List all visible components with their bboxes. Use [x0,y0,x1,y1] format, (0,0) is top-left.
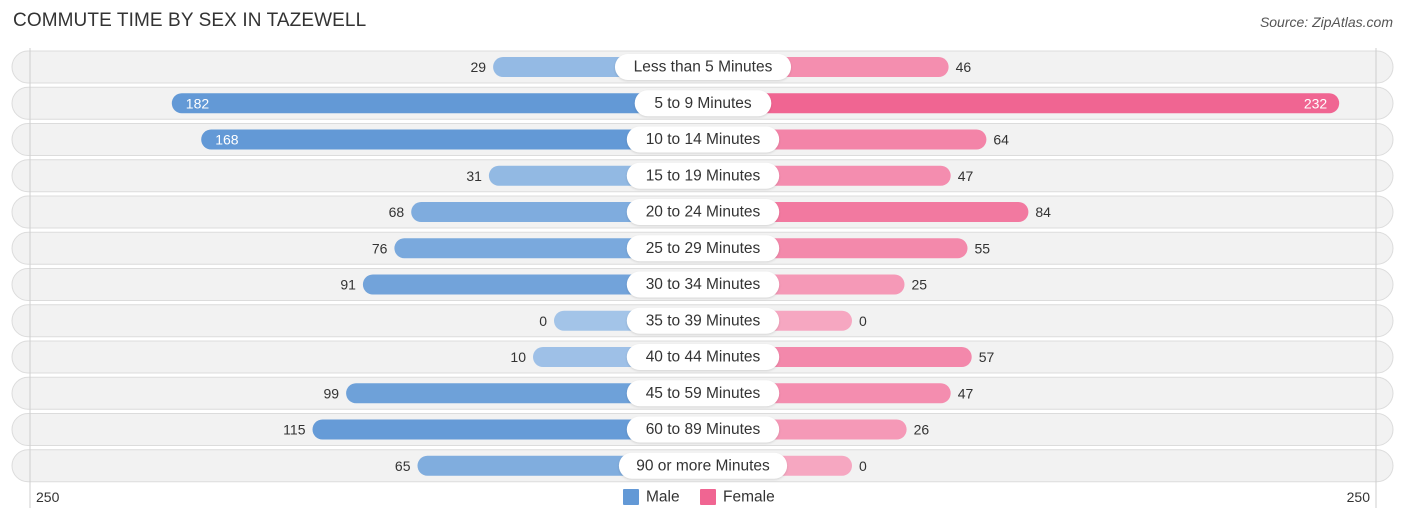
legend-swatch-female [700,489,716,505]
value-label-male: 0 [539,313,547,329]
value-label-male: 76 [372,240,388,256]
value-label-male: 68 [389,204,405,220]
value-label-female: 47 [958,168,974,184]
value-label-male: 10 [510,349,526,365]
category-label: 40 to 44 Minutes [646,349,761,366]
legend-swatch-male [623,489,639,505]
bar-group: 99 47 45 to 59 Minutes [324,380,974,407]
axis-label-right: 250 [1347,489,1371,505]
value-label-male: 99 [324,385,340,401]
bar-group: 65 0 90 or more Minutes [395,452,867,479]
category-label: 45 to 59 Minutes [646,385,761,402]
bar-group: 68 84 20 to 24 Minutes [389,199,1051,225]
value-label-male: 29 [471,59,487,75]
category-label: 90 or more Minutes [636,457,770,474]
value-label-female: 0 [859,458,867,474]
value-label-male: 65 [395,458,411,474]
value-label-female: 64 [993,132,1009,148]
value-label-female: 25 [912,277,928,293]
bar-group: 10 57 40 to 44 Minutes [510,344,994,370]
bar-group: 76 55 25 to 29 Minutes [372,235,991,262]
value-label-female: 26 [914,422,930,438]
bar-male [171,93,704,114]
category-label: 30 to 34 Minutes [646,276,761,293]
category-label: 10 to 14 Minutes [646,131,761,148]
value-label-male: 31 [466,168,482,184]
bar-group: 182 232 5 to 9 Minutes [171,90,1340,117]
value-label-female: 47 [958,385,974,401]
category-label: Less than 5 Minutes [634,59,773,76]
value-label-male: 182 [186,95,210,111]
category-label: 60 to 89 Minutes [646,421,761,438]
value-label-female: 0 [859,313,867,329]
category-label: 5 to 9 Minutes [654,95,752,112]
legend: Male Female [623,489,775,506]
value-label-male: 91 [340,277,356,293]
legend-label-female: Female [723,489,775,506]
bar-group: 29 46 Less than 5 Minutes [471,54,972,80]
category-label: 35 to 39 Minutes [646,312,761,329]
bar-female [703,93,1340,114]
value-label-female: 57 [979,349,995,365]
value-label-male: 168 [215,132,239,148]
legend-label-male: Male [646,489,680,506]
value-label-male: 115 [283,422,306,438]
value-label-female: 46 [956,59,972,75]
bar-group: 31 47 15 to 19 Minutes [466,162,974,189]
chart-canvas: 29 46 Less than 5 Minutes 182 232 5 to 9 Minu… [11,48,1394,508]
value-label-female: 84 [1035,204,1051,220]
category-label: 25 to 29 Minutes [646,240,761,257]
bar-group: 168 64 10 to 14 Minutes [201,126,1009,153]
bar-group: 115 26 60 to 89 Minutes [283,416,930,443]
bar-group: 91 25 30 to 34 Minutes [340,271,928,298]
bar-group: 0 0 35 to 39 Minutes [539,307,867,334]
category-label: 20 to 24 Minutes [646,204,761,221]
category-label: 15 to 19 Minutes [646,167,761,184]
axis-label-left: 250 [36,489,60,505]
value-label-female: 55 [975,240,991,256]
value-label-female: 232 [1304,95,1328,111]
